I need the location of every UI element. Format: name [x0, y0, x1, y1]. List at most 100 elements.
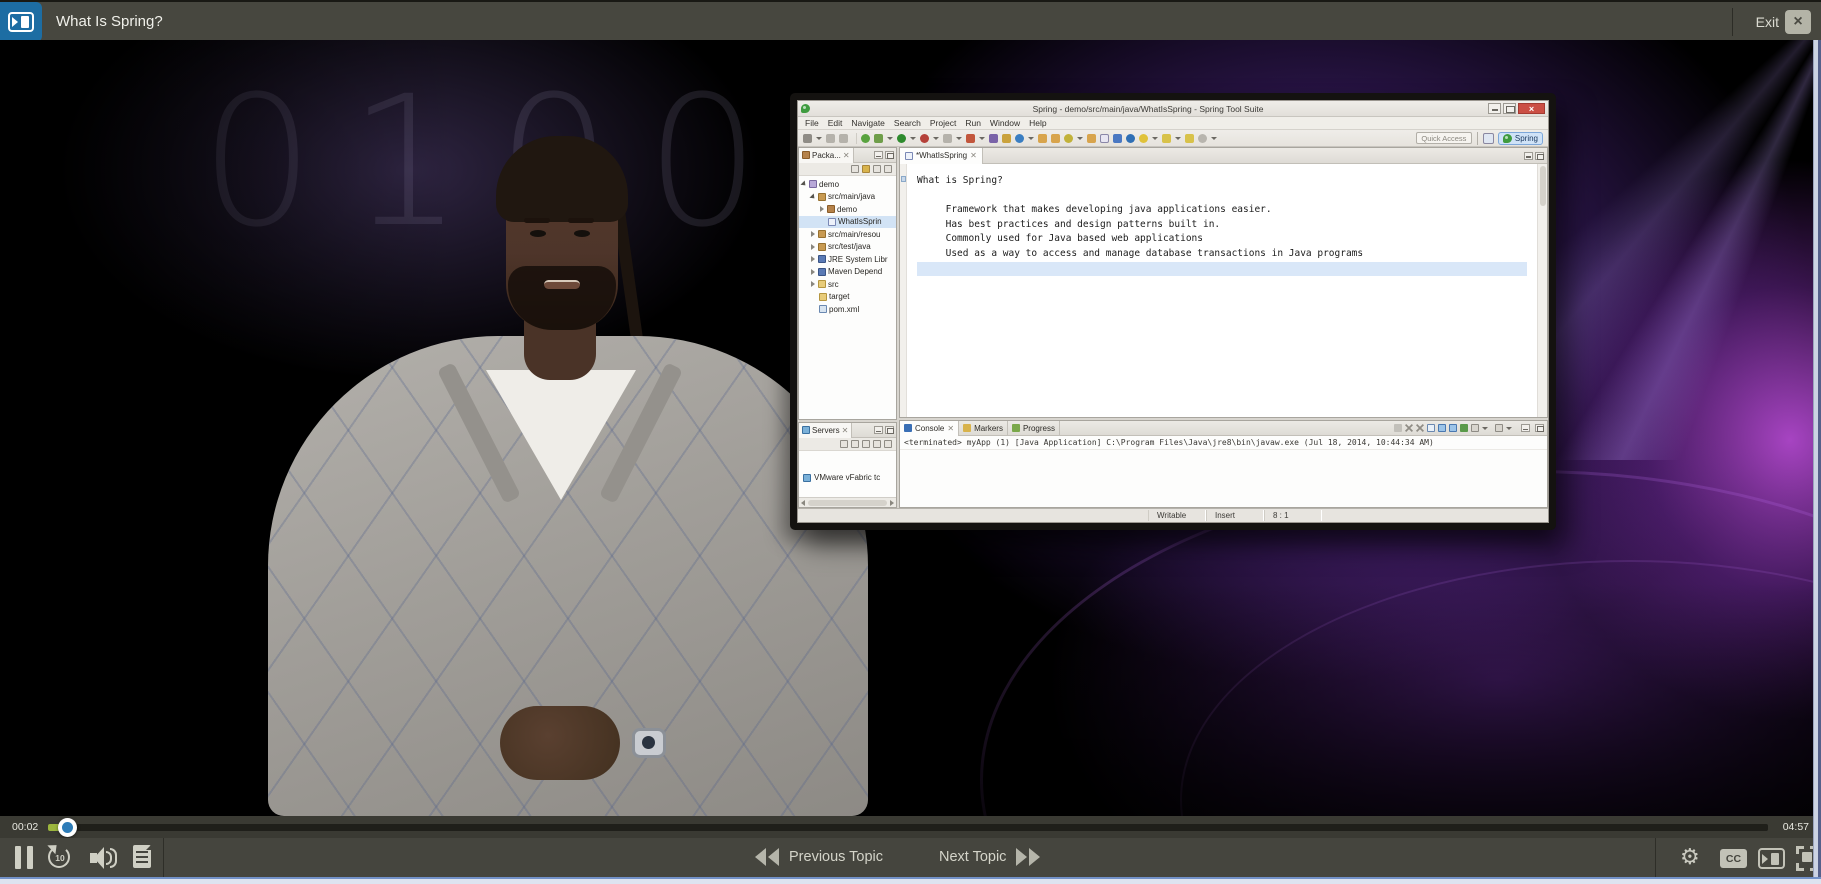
minimize-panel-button[interactable]	[1521, 424, 1530, 432]
horizontal-scrollbar[interactable]	[799, 497, 896, 507]
tab-console[interactable]: Console ✕	[900, 421, 959, 436]
dropdown-caret[interactable]	[956, 137, 962, 140]
tab-markers[interactable]: Markers	[959, 421, 1008, 436]
close-button[interactable]: ×	[1518, 103, 1545, 114]
scroll-right-icon[interactable]	[890, 500, 894, 506]
jar-icon[interactable]	[1002, 134, 1011, 143]
expander-icon[interactable]	[811, 269, 815, 275]
dropdown-caret[interactable]	[1077, 137, 1083, 140]
tab-servers[interactable]: Servers ✕	[799, 423, 852, 438]
tree-item[interactable]: src/test/java	[799, 241, 896, 254]
spring-boot-icon[interactable]	[861, 134, 870, 143]
volume-button[interactable]	[90, 847, 116, 869]
start-server-icon[interactable]	[851, 440, 859, 448]
maximize-panel-button[interactable]	[1535, 152, 1544, 160]
dropdown-caret[interactable]	[933, 137, 939, 140]
scrollbar-thumb[interactable]	[808, 500, 887, 506]
close-tab-icon[interactable]: ✕	[970, 151, 977, 160]
dropdown-caret[interactable]	[1152, 137, 1158, 140]
external-tools-icon[interactable]	[1087, 134, 1096, 143]
terminate-icon[interactable]	[1394, 424, 1402, 432]
maximize-panel-button[interactable]	[885, 151, 894, 159]
tab-progress[interactable]: Progress	[1008, 421, 1060, 436]
web-browser-icon[interactable]	[1126, 134, 1135, 143]
dropdown-caret[interactable]	[979, 137, 985, 140]
minimize-panel-button[interactable]	[1524, 152, 1533, 160]
exit-close-button[interactable]: ×	[1785, 10, 1811, 34]
tree-item[interactable]: Maven Depend	[799, 266, 896, 279]
dropdown-caret[interactable]	[1482, 427, 1488, 430]
maximize-button[interactable]	[1503, 103, 1516, 114]
expander-icon[interactable]	[811, 256, 815, 262]
collapse-all-icon[interactable]	[851, 165, 859, 173]
expander-icon[interactable]	[800, 181, 807, 188]
pause-button[interactable]	[15, 846, 33, 869]
tree-item[interactable]: target	[799, 291, 896, 304]
dropdown-caret[interactable]	[1175, 137, 1181, 140]
tree-item[interactable]: pom.xml	[799, 303, 896, 316]
expander-icon[interactable]	[811, 231, 815, 237]
search-icon[interactable]	[1064, 134, 1073, 143]
tab-package-explorer[interactable]: Packa... ✕	[799, 148, 854, 163]
expander-icon[interactable]	[809, 193, 816, 200]
tree-item-selected[interactable]: WhatIsSprin	[799, 216, 896, 229]
remove-all-launches-icon[interactable]	[1416, 424, 1424, 432]
menu-help[interactable]: Help	[1029, 118, 1046, 128]
tree-item[interactable]: src/main/resou	[799, 228, 896, 241]
save-icon[interactable]	[826, 134, 835, 143]
dropdown-caret[interactable]	[910, 137, 916, 140]
tree-item[interactable]: src	[799, 278, 896, 291]
tree-item[interactable]: demo	[799, 203, 896, 216]
profile-server-icon[interactable]	[862, 440, 870, 448]
close-tab-icon[interactable]: ✕	[947, 424, 954, 433]
open-folder-icon[interactable]	[1038, 134, 1047, 143]
dropdown-caret[interactable]	[816, 137, 822, 140]
menu-navigate[interactable]: Navigate	[851, 118, 885, 128]
tree-item[interactable]: JRE System Libr	[799, 253, 896, 266]
minimize-panel-button[interactable]	[874, 151, 883, 159]
close-tab-icon[interactable]: ✕	[842, 426, 849, 435]
menu-file[interactable]: File	[805, 118, 819, 128]
scroll-lock-icon[interactable]	[1438, 424, 1446, 432]
quick-access-box[interactable]: Quick Access	[1416, 132, 1472, 144]
stop-server-icon[interactable]	[873, 440, 881, 448]
next-annotation-icon[interactable]	[1198, 134, 1207, 143]
next-topic-button[interactable]: Next Topic	[939, 848, 1040, 866]
back-icon[interactable]	[1162, 134, 1171, 143]
maximize-panel-button[interactable]	[1535, 424, 1544, 432]
code-text[interactable]: What is Spring? Framework that makes dev…	[907, 164, 1537, 417]
dropdown-caret[interactable]	[1211, 137, 1217, 140]
sidebar-toggle-button[interactable]	[0, 2, 42, 42]
rewind-10-button[interactable]: 10	[47, 844, 73, 870]
menu-run[interactable]: Run	[965, 118, 981, 128]
minimize-button[interactable]	[1488, 103, 1501, 114]
maximize-panel-button[interactable]	[885, 426, 894, 434]
menu-window[interactable]: Window	[990, 118, 1020, 128]
previous-topic-button[interactable]: Previous Topic	[755, 848, 883, 866]
debug-icon[interactable]	[874, 134, 883, 143]
display-console-icon[interactable]	[1471, 424, 1479, 432]
minimize-panel-button[interactable]	[874, 426, 883, 434]
import-icon[interactable]	[1051, 134, 1060, 143]
publish-server-icon[interactable]	[884, 440, 892, 448]
link-with-editor-icon[interactable]	[862, 165, 870, 173]
view-menu-icon[interactable]	[884, 165, 892, 173]
menu-search[interactable]: Search	[894, 118, 921, 128]
open-console-icon[interactable]	[1495, 424, 1503, 432]
expander-icon[interactable]	[811, 281, 815, 287]
remove-launch-icon[interactable]	[1405, 424, 1413, 432]
editor-body[interactable]: What is Spring? Framework that makes dev…	[900, 164, 1547, 417]
settings-button[interactable]: ⚙	[1680, 843, 1700, 871]
focus-icon[interactable]	[873, 165, 881, 173]
dropdown-caret[interactable]	[887, 137, 893, 140]
expander-icon[interactable]	[811, 244, 815, 250]
expander-icon[interactable]	[820, 206, 824, 212]
tree-item[interactable]: src/main/java	[799, 191, 896, 204]
pin-console-icon[interactable]	[1460, 424, 1468, 432]
tree-item[interactable]: demo	[799, 178, 896, 191]
menu-edit[interactable]: Edit	[828, 118, 843, 128]
dropdown-caret[interactable]	[1028, 137, 1034, 140]
stop-icon[interactable]	[943, 134, 952, 143]
last-edit-icon[interactable]	[1139, 134, 1148, 143]
close-tab-icon[interactable]: ✕	[843, 151, 850, 160]
